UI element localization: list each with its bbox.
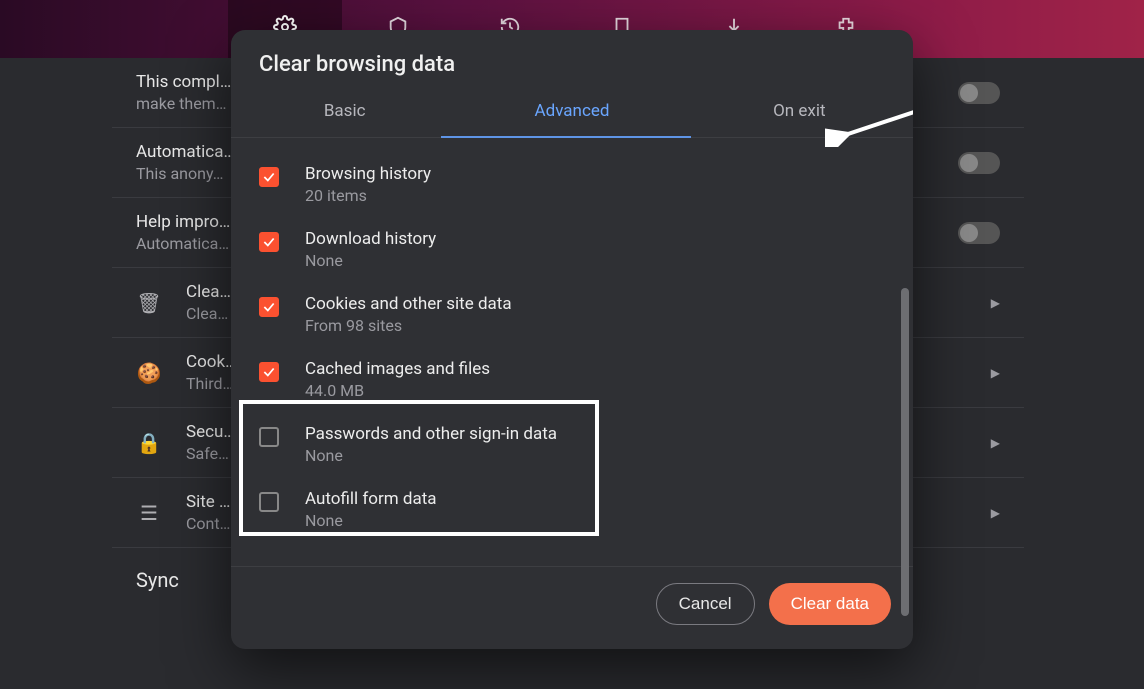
option-label: Download history — [305, 229, 436, 249]
option-passwords[interactable]: Passwords and other sign-in data None — [259, 414, 885, 479]
option-sublabel: None — [305, 251, 436, 270]
scrollbar[interactable] — [901, 288, 909, 616]
cancel-button[interactable]: Cancel — [656, 583, 755, 625]
checkbox[interactable] — [259, 297, 279, 317]
option-sublabel: From 98 sites — [305, 316, 512, 335]
option-sublabel: 20 items — [305, 186, 431, 205]
checkbox[interactable] — [259, 232, 279, 252]
option-label: Cached images and files — [305, 359, 490, 379]
checkbox[interactable] — [259, 427, 279, 447]
option-label: Passwords and other sign-in data — [305, 424, 557, 444]
tab-advanced[interactable]: Advanced — [458, 87, 685, 137]
tab-onexit[interactable]: On exit — [686, 87, 913, 137]
tab-basic[interactable]: Basic — [231, 87, 458, 137]
clear-data-button[interactable]: Clear data — [769, 583, 891, 625]
checkbox[interactable] — [259, 492, 279, 512]
clear-data-dialog: Clear browsing data Basic Advanced On ex… — [231, 30, 913, 649]
checkbox[interactable] — [259, 167, 279, 187]
options-pane: Browsing history 20 items Download histo… — [231, 138, 913, 566]
option-autofill[interactable]: Autofill form data None — [259, 479, 885, 544]
dialog-title: Clear browsing data — [231, 30, 913, 87]
option-sublabel: None — [305, 446, 557, 465]
option-browsing-history[interactable]: Browsing history 20 items — [259, 154, 885, 219]
option-download-history[interactable]: Download history None — [259, 219, 885, 284]
option-label: Browsing history — [305, 164, 431, 184]
option-sublabel: 44.0 MB — [305, 381, 490, 400]
checkbox[interactable] — [259, 362, 279, 382]
modal-overlay: Clear browsing data Basic Advanced On ex… — [0, 0, 1144, 689]
option-cached[interactable]: Cached images and files 44.0 MB — [259, 349, 885, 414]
dialog-tabs: Basic Advanced On exit — [231, 87, 913, 138]
option-cookies[interactable]: Cookies and other site data From 98 site… — [259, 284, 885, 349]
dialog-footer: Cancel Clear data — [231, 566, 913, 649]
option-label: Cookies and other site data — [305, 294, 512, 314]
option-sublabel: None — [305, 511, 437, 530]
option-label: Autofill form data — [305, 489, 437, 509]
